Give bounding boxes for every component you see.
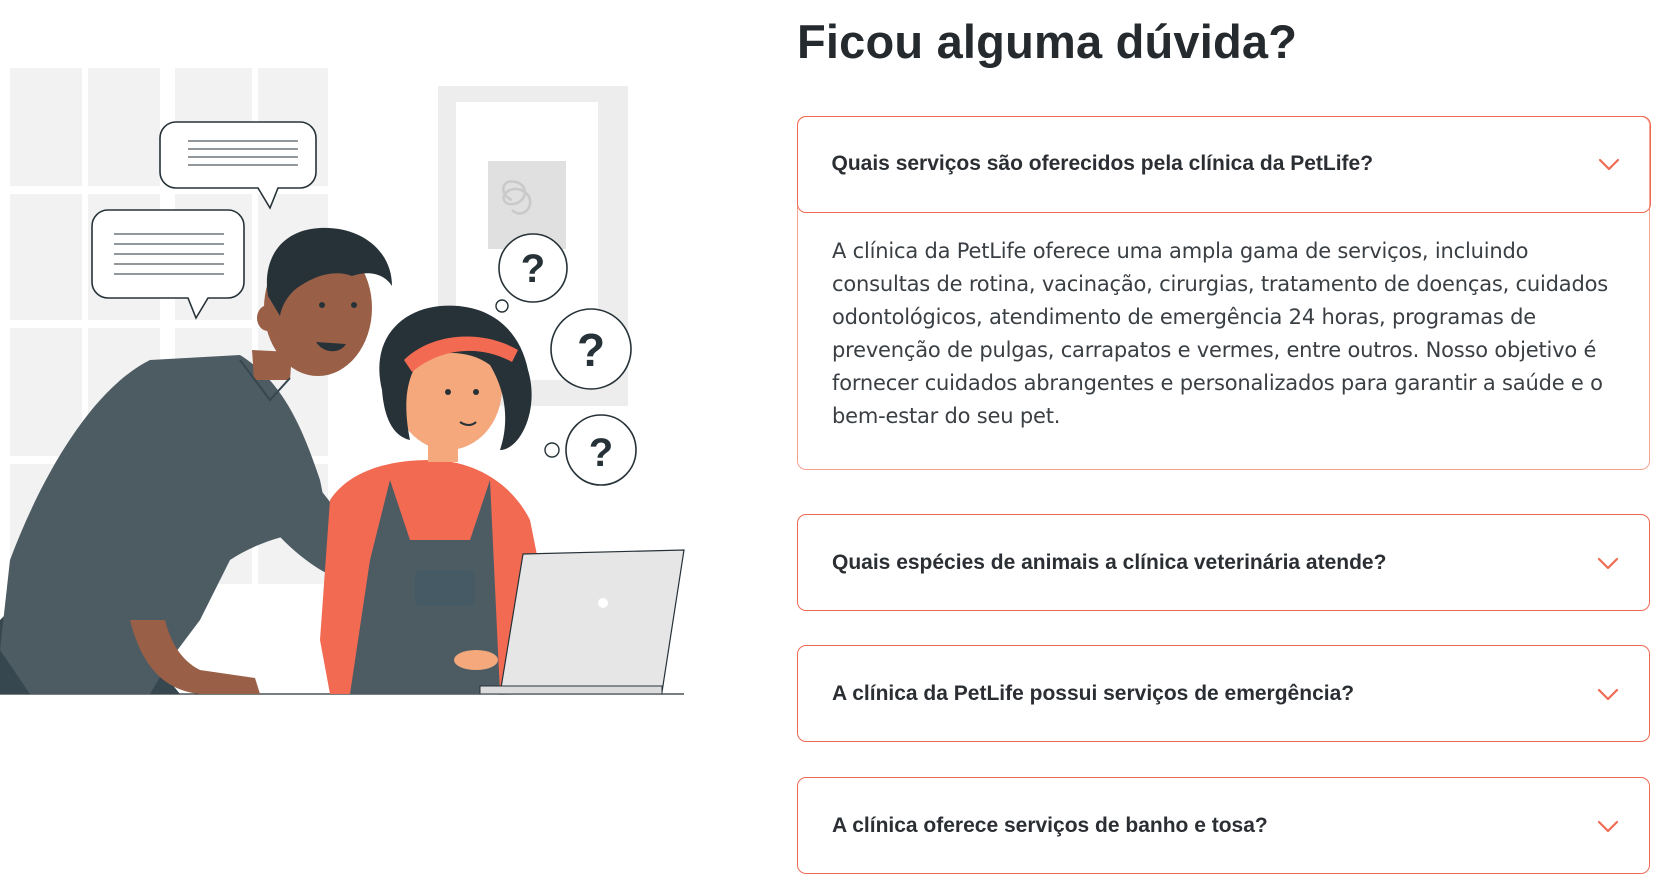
question-mark-2: ? bbox=[577, 324, 605, 376]
faq-question-toggle-grooming[interactable]: A clínica oferece serviços de banho e to… bbox=[798, 778, 1649, 873]
question-mark-3: ? bbox=[589, 431, 613, 475]
faq-item-species: Quais espécies de animais a clínica vete… bbox=[797, 514, 1650, 611]
faq-answer-text: A clínica da PetLife oferece uma ampla g… bbox=[832, 238, 1608, 428]
question-mark-1: ? bbox=[521, 247, 545, 291]
chevron-down-icon bbox=[1598, 158, 1620, 172]
faq-item-grooming: A clínica oferece serviços de banho e to… bbox=[797, 777, 1650, 874]
faq-question-toggle-species[interactable]: Quais espécies de animais a clínica vete… bbox=[798, 515, 1649, 610]
faq-question-text: Quais espécies de animais a clínica vete… bbox=[832, 550, 1387, 574]
faq-item-services: Quais serviços são oferecidos pela clíni… bbox=[796, 115, 1651, 470]
faq-question-text: Quais serviços são oferecidos pela clíni… bbox=[831, 152, 1374, 175]
faq-section: Ficou alguma dúvida? Quais serviços são … bbox=[796, 0, 1651, 874]
faq-question-text: A clínica oferece serviços de banho e to… bbox=[832, 813, 1268, 837]
question-bubble-2: ? bbox=[550, 308, 632, 390]
faq-question-text: A clínica da PetLife possui serviços de … bbox=[832, 681, 1355, 705]
faq-question-toggle-emergency[interactable]: A clínica da PetLife possui serviços de … bbox=[798, 646, 1649, 741]
chevron-down-icon bbox=[1597, 820, 1619, 834]
chevron-down-icon bbox=[1597, 557, 1619, 571]
faq-question-toggle-services[interactable]: Quais serviços são oferecidos pela clíni… bbox=[796, 115, 1651, 213]
faq-illustration: ? ? ? bbox=[0, 60, 690, 705]
chevron-down-icon bbox=[1597, 688, 1619, 702]
question-bubble-3: ? bbox=[544, 414, 637, 486]
faq-title: Ficou alguma dúvida? bbox=[797, 15, 1298, 68]
faq-item-emergency: A clínica da PetLife possui serviços de … bbox=[797, 645, 1650, 742]
